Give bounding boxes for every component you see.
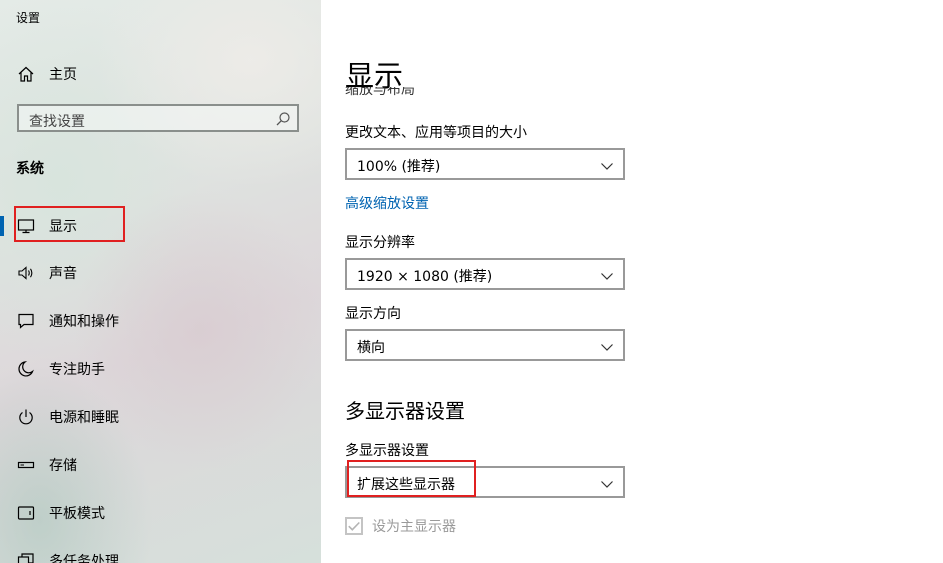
sidebar-item-multitasking[interactable]: 多任务处理 [0, 541, 321, 563]
multitask-icon [17, 552, 35, 563]
window-title: 设置 [16, 11, 41, 25]
sidebar-item-label: 显示 [49, 219, 77, 235]
chevron-down-icon [600, 476, 614, 490]
sidebar-item-label: 声音 [49, 266, 77, 282]
multi-display-dropdown[interactable]: 扩展这些显示器 [345, 466, 625, 498]
primary-display-checkbox[interactable] [345, 517, 363, 535]
chevron-down-icon [600, 268, 614, 282]
orientation-value: 横向 [357, 340, 385, 356]
tablet-icon [17, 504, 35, 522]
selection-indicator [0, 216, 4, 236]
orientation-dropdown[interactable]: 横向 [345, 329, 625, 361]
section-title: 系统 [16, 161, 44, 177]
checkmark-icon [348, 521, 360, 531]
notification-icon [17, 312, 35, 330]
sidebar-item-label: 平板模式 [49, 506, 105, 522]
sidebar-item-storage[interactable]: 存储 [0, 445, 321, 485]
chevron-down-icon [600, 158, 614, 172]
scale-dropdown[interactable]: 100% (推荐) [345, 148, 625, 180]
advanced-scaling-link[interactable]: 高级缩放设置 [345, 193, 429, 213]
sidebar-item-tablet-mode[interactable]: 平板模式 [0, 493, 321, 533]
moon-icon [17, 360, 35, 378]
clipped-section-heading: 缩放与布局 [345, 87, 415, 96]
resolution-value: 1920 × 1080 (推荐) [357, 269, 493, 285]
main-content: 显示 缩放与布局 更改文本、应用等项目的大小 100% (推荐) 高级缩放设置 … [321, 0, 943, 563]
home-nav[interactable]: 主页 [16, 63, 77, 85]
home-label: 主页 [49, 67, 77, 83]
speaker-icon [17, 264, 35, 282]
sidebar-item-label: 通知和操作 [49, 314, 119, 330]
storage-icon [17, 456, 35, 474]
multi-display-value: 扩展这些显示器 [357, 477, 455, 493]
sidebar-item-display[interactable]: 显示 [0, 206, 321, 246]
search-icon [275, 111, 291, 127]
sidebar-item-label: 多任务处理 [49, 554, 119, 563]
multi-display-heading: 多显示器设置 [345, 399, 465, 423]
power-icon [17, 408, 35, 426]
scale-label: 更改文本、应用等项目的大小 [345, 125, 527, 141]
chevron-down-icon [600, 339, 614, 353]
home-icon [16, 64, 36, 84]
scale-value: 100% (推荐) [357, 159, 441, 175]
sidebar-item-power-sleep[interactable]: 电源和睡眠 [0, 397, 321, 437]
primary-display-label: 设为主显示器 [372, 519, 456, 535]
sidebar-item-label: 电源和睡眠 [49, 410, 119, 426]
sidebar-item-label: 存储 [49, 458, 77, 474]
sidebar-item-sound[interactable]: 声音 [0, 253, 321, 293]
resolution-label: 显示分辨率 [345, 235, 415, 251]
resolution-dropdown[interactable]: 1920 × 1080 (推荐) [345, 258, 625, 290]
primary-display-checkbox-row[interactable]: 设为主显示器 [345, 515, 456, 537]
multi-display-label: 多显示器设置 [345, 443, 429, 459]
orientation-label: 显示方向 [345, 306, 401, 322]
sidebar-item-label: 专注助手 [49, 362, 105, 378]
search-input[interactable]: 查找设置 [17, 104, 299, 132]
sidebar-item-notifications[interactable]: 通知和操作 [0, 301, 321, 341]
sidebar-item-focus-assist[interactable]: 专注助手 [0, 349, 321, 389]
sidebar: 设置 主页 查找设置 系统 显示 声音 通知和操作 专注助手 电源和睡眠 存储 … [0, 0, 321, 563]
monitor-icon [17, 217, 35, 235]
search-placeholder: 查找设置 [29, 114, 85, 130]
